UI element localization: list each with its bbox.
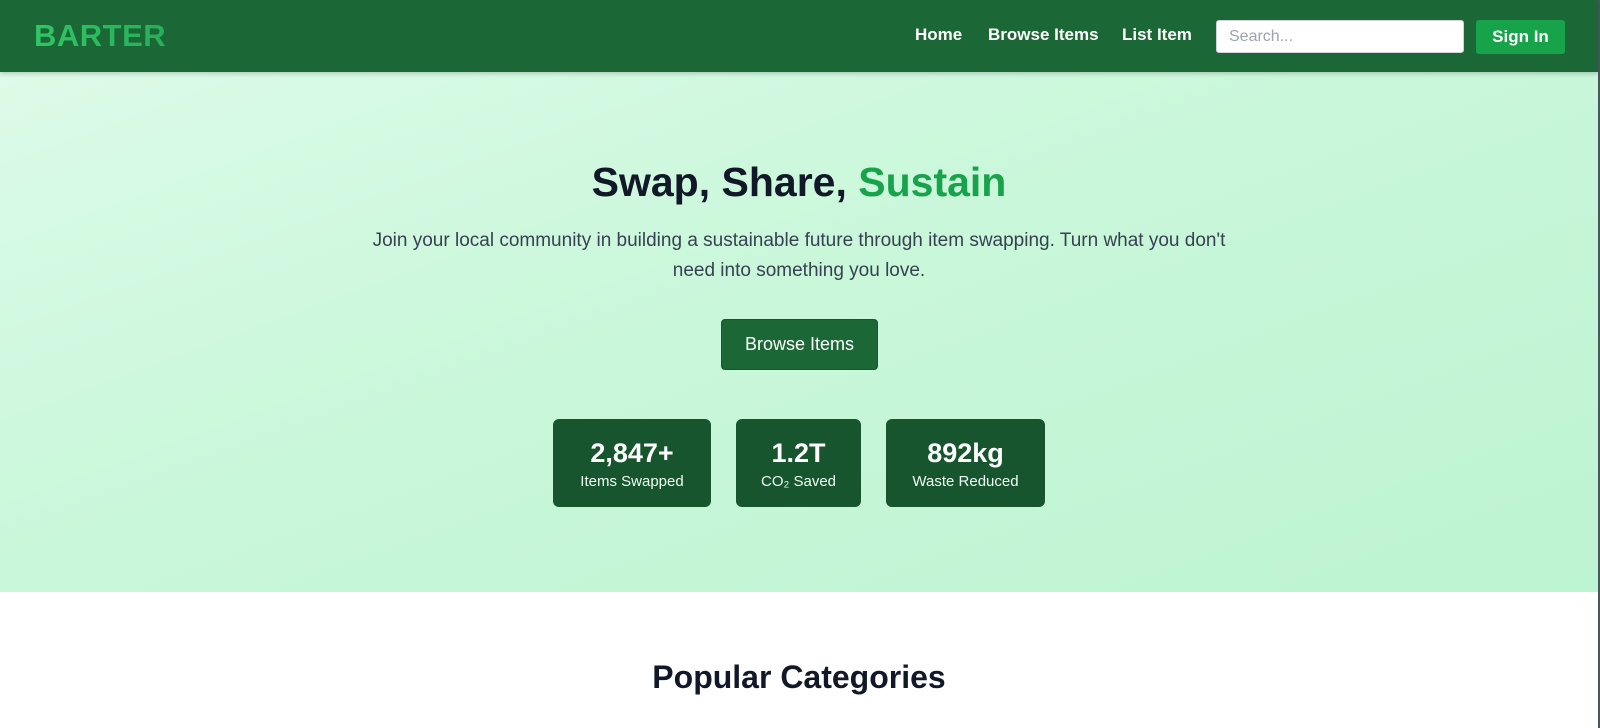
popular-categories-section: Popular Categories (0, 592, 1598, 728)
hero-title-accent: Sustain (858, 159, 1007, 205)
search-input[interactable] (1216, 20, 1464, 53)
nav-link-browse-items[interactable]: Browse Items (988, 24, 1099, 46)
stat-label: Waste Reduced (912, 473, 1019, 490)
hero-section: Swap, Share, Sustain Join your local com… (0, 72, 1598, 592)
stat-value: 1.2T (771, 438, 826, 468)
nav-link-list-item[interactable]: List Item (1122, 24, 1192, 46)
stat-value: 2,847+ (590, 438, 674, 468)
browse-items-button[interactable]: Browse Items (721, 319, 878, 370)
hero-title: Swap, Share, Sustain (0, 158, 1598, 206)
stat-card-items-swapped: 2,847+ Items Swapped (553, 419, 711, 507)
hero-title-main: Swap, Share, (591, 159, 859, 205)
hero-subtitle: Join your local community in building a … (372, 230, 1226, 281)
sign-in-button[interactable]: Sign In (1476, 20, 1565, 54)
stat-card-waste-reduced: 892kg Waste Reduced (886, 419, 1045, 507)
page: BARTER Home Browse Items List Item Sign … (0, 0, 1600, 728)
nav-link-home[interactable]: Home (915, 24, 962, 46)
logo[interactable]: BARTER (34, 18, 166, 54)
stat-label: Items Swapped (580, 473, 684, 490)
stat-card-co2-saved: 1.2T CO₂ Saved (736, 419, 861, 507)
top-navbar: BARTER Home Browse Items List Item Sign … (0, 0, 1598, 72)
stat-label: CO₂ Saved (760, 473, 837, 490)
stat-value: 892kg (927, 438, 1004, 468)
section-title: Popular Categories (652, 659, 946, 695)
